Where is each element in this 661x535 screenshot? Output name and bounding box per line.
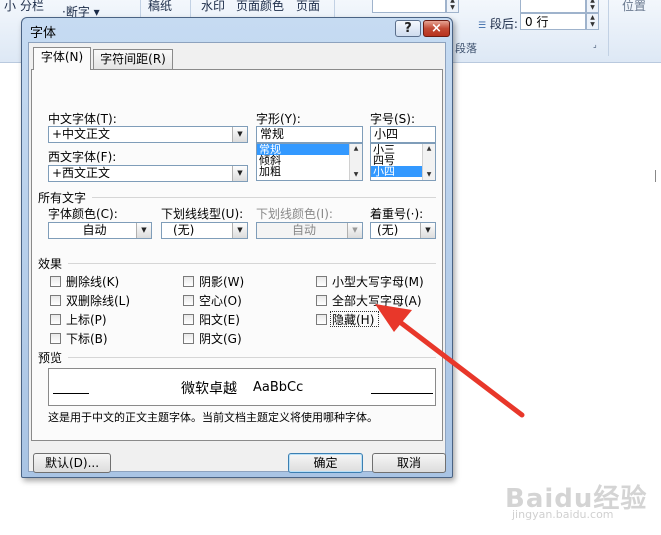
chevron-down-icon[interactable]: ▼	[423, 171, 435, 179]
preview-baseline	[53, 393, 89, 394]
strikethrough-label[interactable]: 删除线(K)	[66, 273, 119, 290]
tab-character-spacing[interactable]: 字符间距(R)	[93, 49, 173, 69]
engrave-checkbox[interactable]	[183, 333, 194, 344]
ribbon-spin[interactable]: ▲ ▼	[446, 0, 459, 13]
size-input[interactable]: 小四	[370, 126, 436, 143]
help-button[interactable]: ?	[395, 20, 421, 37]
font-color-label: 字体颜色(C):	[48, 207, 118, 221]
ribbon-group-label: 段落	[455, 42, 477, 55]
dialog-launcher-icon[interactable]: ⌟	[593, 40, 597, 49]
ribbon-item[interactable]: 小	[4, 0, 16, 14]
emboss-label[interactable]: 阳文(E)	[199, 311, 240, 328]
chevron-down-icon[interactable]: ▼	[350, 171, 362, 179]
ribbon-spacing-after-box[interactable]: 0 行	[520, 13, 586, 30]
ribbon-indent-box[interactable]	[372, 0, 446, 13]
double-strikethrough-checkbox[interactable]	[50, 295, 61, 306]
chevron-down-icon: ▼	[420, 223, 435, 238]
style-input[interactable]: 常规	[256, 126, 363, 143]
ribbon-page-color[interactable]: 页面颜色	[236, 0, 284, 14]
style-list[interactable]: 常规 倾斜 加粗 ▲ ▼	[256, 143, 363, 181]
ribbon-columns[interactable]: 分栏	[20, 0, 44, 14]
underline-style-select[interactable]: (无) ▼	[161, 222, 248, 239]
ribbon-page-border[interactable]: 页面	[296, 0, 320, 14]
subscript-checkbox[interactable]	[50, 333, 61, 344]
dialog-title: 字体	[30, 26, 57, 41]
chinese-font-label: 中文字体(T):	[48, 112, 117, 126]
list-item[interactable]: 加粗	[257, 166, 362, 177]
double-strikethrough-label[interactable]: 双删除线(L)	[66, 292, 130, 309]
divider	[92, 197, 436, 198]
size-list[interactable]: 小三 四号 小四 ▲ ▼	[370, 143, 436, 181]
subscript-label[interactable]: 下标(B)	[66, 330, 108, 347]
engrave-label[interactable]: 阴文(G)	[199, 330, 242, 347]
style-label: 字形(Y):	[256, 112, 301, 126]
ribbon-spin[interactable]: ▲ ▼	[586, 0, 599, 13]
close-button[interactable]: ×	[423, 20, 450, 37]
chevron-up-icon[interactable]: ▲	[423, 145, 435, 153]
ribbon-watermark[interactable]: 水印	[201, 0, 225, 14]
font-color-select[interactable]: 自动 ▼	[48, 222, 152, 239]
all-caps-checkbox[interactable]	[316, 295, 327, 306]
preview-sample-chinese: 微软卓越	[181, 381, 237, 397]
outline-label[interactable]: 空心(O)	[199, 292, 242, 309]
chevron-down-icon: ▼	[136, 223, 151, 238]
small-caps-checkbox[interactable]	[316, 276, 327, 287]
scrollbar[interactable]: ▲ ▼	[349, 144, 362, 180]
chevron-down-icon: ▼	[232, 166, 247, 181]
spacing-icon: ☰	[478, 21, 487, 31]
ribbon-separator	[608, 0, 609, 56]
annotation-arrow-icon	[375, 304, 525, 418]
chevron-down-icon: ▼	[232, 127, 247, 142]
shadow-label[interactable]: 阴影(W)	[199, 273, 244, 290]
ribbon-spacing-after-label: ☰ 段后:	[478, 17, 518, 31]
effects-section-title: 效果	[38, 257, 63, 271]
western-font-label: 西文字体(F):	[48, 150, 117, 164]
ruler-mark	[655, 170, 656, 182]
superscript-checkbox[interactable]	[50, 314, 61, 325]
default-button[interactable]: 默认(D)...	[33, 453, 111, 473]
chevron-down-icon: ▼	[347, 223, 362, 238]
ribbon-position[interactable]: 位置	[622, 0, 646, 14]
chinese-font-select[interactable]: +中文正文 ▼	[48, 126, 248, 143]
preview-section-title: 预览	[38, 351, 63, 365]
emphasis-mark-label: 着重号(·):	[370, 207, 424, 221]
emphasis-mark-select[interactable]: (无) ▼	[370, 222, 436, 239]
ribbon-spin[interactable]: ▲ ▼	[586, 13, 599, 30]
emboss-checkbox[interactable]	[183, 314, 194, 325]
shadow-checkbox[interactable]	[183, 276, 194, 287]
tab-font[interactable]: 字体(N)	[33, 47, 91, 70]
outline-checkbox[interactable]	[183, 295, 194, 306]
western-font-select[interactable]: +西文正文 ▼	[48, 165, 248, 182]
preview-description: 这是用于中文的正文主题字体。当前文档主题定义将使用哪种字体。	[48, 411, 378, 424]
divider	[68, 263, 436, 264]
preview-sample-latin: AaBbCc	[253, 380, 304, 395]
underline-style-label: 下划线线型(U):	[161, 207, 244, 221]
ribbon-draft-paper[interactable]: 稿纸	[148, 0, 172, 14]
size-label: 字号(S):	[370, 112, 416, 126]
ribbon-spacing-before-box[interactable]	[520, 0, 586, 13]
watermark-url: jingyan.baidu.com	[512, 508, 614, 521]
chevron-up-icon[interactable]: ▲	[350, 145, 362, 153]
ok-button[interactable]: 确定	[288, 453, 363, 473]
strikethrough-checkbox[interactable]	[50, 276, 61, 287]
superscript-label[interactable]: 上标(P)	[66, 311, 107, 328]
small-caps-label[interactable]: 小型大写字母(M)	[332, 273, 424, 290]
scrollbar[interactable]: ▲ ▼	[422, 144, 435, 180]
underline-color-label: 下划线颜色(I):	[256, 207, 333, 221]
hidden-checkbox[interactable]	[316, 314, 327, 325]
chevron-down-icon: ▼	[232, 223, 247, 238]
all-text-section-title: 所有文字	[38, 191, 87, 205]
cancel-button[interactable]: 取消	[372, 453, 446, 473]
underline-color-select: 自动 ▼	[256, 222, 363, 239]
